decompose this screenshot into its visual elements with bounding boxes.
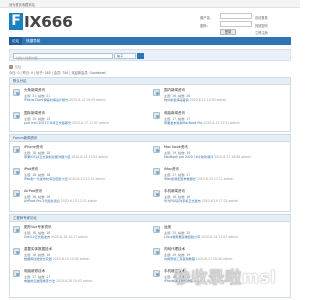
forum-last-post[interactable]: iPad新一代发布时间及配置介绍 2020-6-13 12:19 admin xyxy=(24,176,105,181)
tab-quick-nav[interactable]: 快捷导航 xyxy=(23,37,43,45)
bookmark-link[interactable]: 收藏本站 xyxy=(22,2,35,7)
forum-last-post[interactable]: iPhone12pro保留刘海设计曝光 2020-6-12 10:49 admi… xyxy=(24,97,106,102)
forum-item[interactable]: 头条新闻资讯 主题: 21, 帖数: 21 iPhone12pro保留刘海设计曝… xyxy=(13,88,148,110)
search-button[interactable] xyxy=(137,53,144,59)
search-bar: 请输入搜索内容 帖子 xyxy=(9,49,291,61)
forum-last-post[interactable]: pad mini 2021下半年正式版曝光 2020-6-17 17:02 ad… xyxy=(24,120,109,125)
forum-icon xyxy=(13,270,20,277)
forum-item[interactable]: iPhone资讯 主题: 18, 帖数: 18 苹果iOS14正式版新功能详细介… xyxy=(13,145,148,167)
forum-last-post[interactable]: 数据库性能优化实践 2020-6-15 10:36 admin xyxy=(24,256,89,261)
forum-item[interactable]: iMac资讯 主题: 17, 帖数: 17 iMac新款配置参数曝光 2020-… xyxy=(153,167,288,189)
forum-icon xyxy=(13,168,20,175)
forum-last-post[interactable]: 电脑常见故障排查方法 2020-6-16 10:42 admin xyxy=(24,278,93,283)
forum-icon xyxy=(13,190,20,197)
forum-last-post[interactable]: 苹果发布新款MacBook Pro 2020-6-12 10:51 admin xyxy=(164,120,240,125)
forum-stats: 今日: 0 | 昨日: 0 | 帖子: 285 | 会员: 784 | 欢迎新会… xyxy=(9,71,106,75)
logo-mark: F xyxy=(9,13,23,30)
forgot-password-link[interactable]: 找回密码 xyxy=(255,23,268,28)
password-input[interactable] xyxy=(220,21,252,27)
forum-icon xyxy=(153,270,160,277)
forum-item[interactable]: 电脑新闻资讯 主题: 17, 帖数: 17 苹果发布新款MacBook Pro … xyxy=(153,111,288,133)
forum-icon xyxy=(13,146,20,153)
forum-item[interactable]: 国际新闻资讯 主题: 15, 帖数: 15 pad mini 2021下半年正式… xyxy=(13,111,148,133)
forum-item[interactable]: 图形Vue专家资讯 主题: 18, 帖数: 18 Vue3.0正式版发布 202… xyxy=(13,225,148,247)
forum-last-post[interactable]: 内网穿透工具使用教程 2020-6-17 18:38 admin xyxy=(164,256,233,261)
set-homepage-link[interactable]: 设为首页 xyxy=(9,2,22,7)
forum-item[interactable]: 国内新闻资讯 主题: 26, 帖数: 26 杭州新型病毒疫情 2020-6-12… xyxy=(153,88,288,110)
logo-text: IX666 xyxy=(24,12,73,31)
forum-item[interactable]: 手机新闻资讯 主题: 16, 帖数: 16 华为P40系列手机正式发布 2020… xyxy=(153,189,288,211)
forum-last-post[interactable]: Vue3.0正式版发布 2020-6-16 10:27 admin xyxy=(24,234,88,239)
search-scope-select[interactable]: 帖子 xyxy=(114,53,136,59)
auto-login-checkbox[interactable]: 自动登录 xyxy=(255,15,268,20)
section-forum-news: Forum新闻资讯 iPhone资讯 主题: 18, 帖数: 18 苹果iOS1… xyxy=(9,134,291,212)
forum-icon xyxy=(13,89,20,96)
watermark: 秒收录啦msl xyxy=(174,268,277,287)
forum-icon xyxy=(153,190,160,197)
forum-icon xyxy=(13,112,20,119)
section-title[interactable]: 默认分区 xyxy=(10,78,290,85)
username-input[interactable] xyxy=(220,13,252,19)
register-link[interactable]: 立即注册 xyxy=(255,30,268,35)
forum-last-post[interactable]: 苹果iOS14正式版新功能详细介绍 2020-6-14 17:02 admin xyxy=(24,154,108,159)
section-title[interactable]: Forum新闻资讯 xyxy=(10,135,290,142)
main-nav: 论坛 快捷导航 xyxy=(9,37,291,45)
forum-icon xyxy=(153,226,160,233)
forum-icon xyxy=(13,248,20,255)
section-default: 默认分区 头条新闻资讯 主题: 21, 帖数: 21 iPhone12pro保留… xyxy=(9,77,291,132)
forum-item[interactable]: 电脑维修技术 主题: 17, 帖数: 17 电脑常见故障排查方法 2020-6-… xyxy=(13,269,148,291)
forum-item[interactable]: 运维 主题: 20, 帖数: 20 Linux服务器运维经验分享 2020-6-… xyxy=(153,225,288,247)
forum-last-post[interactable]: AirPods Pro 2代最新消息 2020-6-13 12:21 admin xyxy=(24,198,97,203)
section-title[interactable]: 工程师专家论坛 xyxy=(10,215,290,222)
forum-icon xyxy=(153,146,160,153)
search-input[interactable]: 请输入搜索内容 xyxy=(13,53,113,60)
breadcrumb: 论坛 xyxy=(9,64,21,69)
forum-icon xyxy=(153,248,160,255)
password-label: 密码： xyxy=(200,23,210,28)
forum-item[interactable]: Mac book资讯 主题: 19, 帖数: 19 MacBook pro 20… xyxy=(153,145,288,167)
forum-icon xyxy=(153,168,160,175)
forum-item[interactable]: 重要实体数据技术 主题: 16, 帖数: 16 数据库性能优化实践 2020-6… xyxy=(13,247,148,269)
forum-item[interactable]: AirPod资讯 主题: 16, 帖数: 16 AirPods Pro 2代最新… xyxy=(13,189,148,211)
login-button[interactable]: 登录 xyxy=(220,29,236,35)
username-label: 用户名： xyxy=(200,15,214,20)
forum-last-post[interactable]: MacBook pro 2020 16寸新款测评 2020-6-17 18:08… xyxy=(164,154,251,159)
forum-last-post[interactable]: 杭州新型病毒疫情 2020-6-12 10:50 admin xyxy=(164,97,226,102)
home-icon[interactable] xyxy=(9,65,13,69)
forum-item[interactable]: iPad资讯 主题: 18, 帖数: 18 iPad新一代发布时间及配置介绍 2… xyxy=(13,167,148,189)
forum-icon xyxy=(153,89,160,96)
forum-last-post[interactable]: 华为P40系列手机正式发布 2020-6-14 17:23 admin xyxy=(164,198,238,203)
site-logo[interactable]: F IX666 xyxy=(9,12,73,31)
tab-forum[interactable]: 论坛 xyxy=(9,37,23,45)
forum-last-post[interactable]: Linux服务器运维经验分享 2020-6-14 11:02 admin xyxy=(164,234,238,239)
forum-icon xyxy=(13,226,20,233)
breadcrumb-current[interactable]: 论坛 xyxy=(15,65,21,69)
forum-last-post[interactable]: iMac新款配置参数曝光 2020-6-14 17:12 admin xyxy=(164,176,233,181)
top-bar: 设为首页 收藏本站 xyxy=(0,0,300,8)
forum-icon xyxy=(153,112,160,119)
